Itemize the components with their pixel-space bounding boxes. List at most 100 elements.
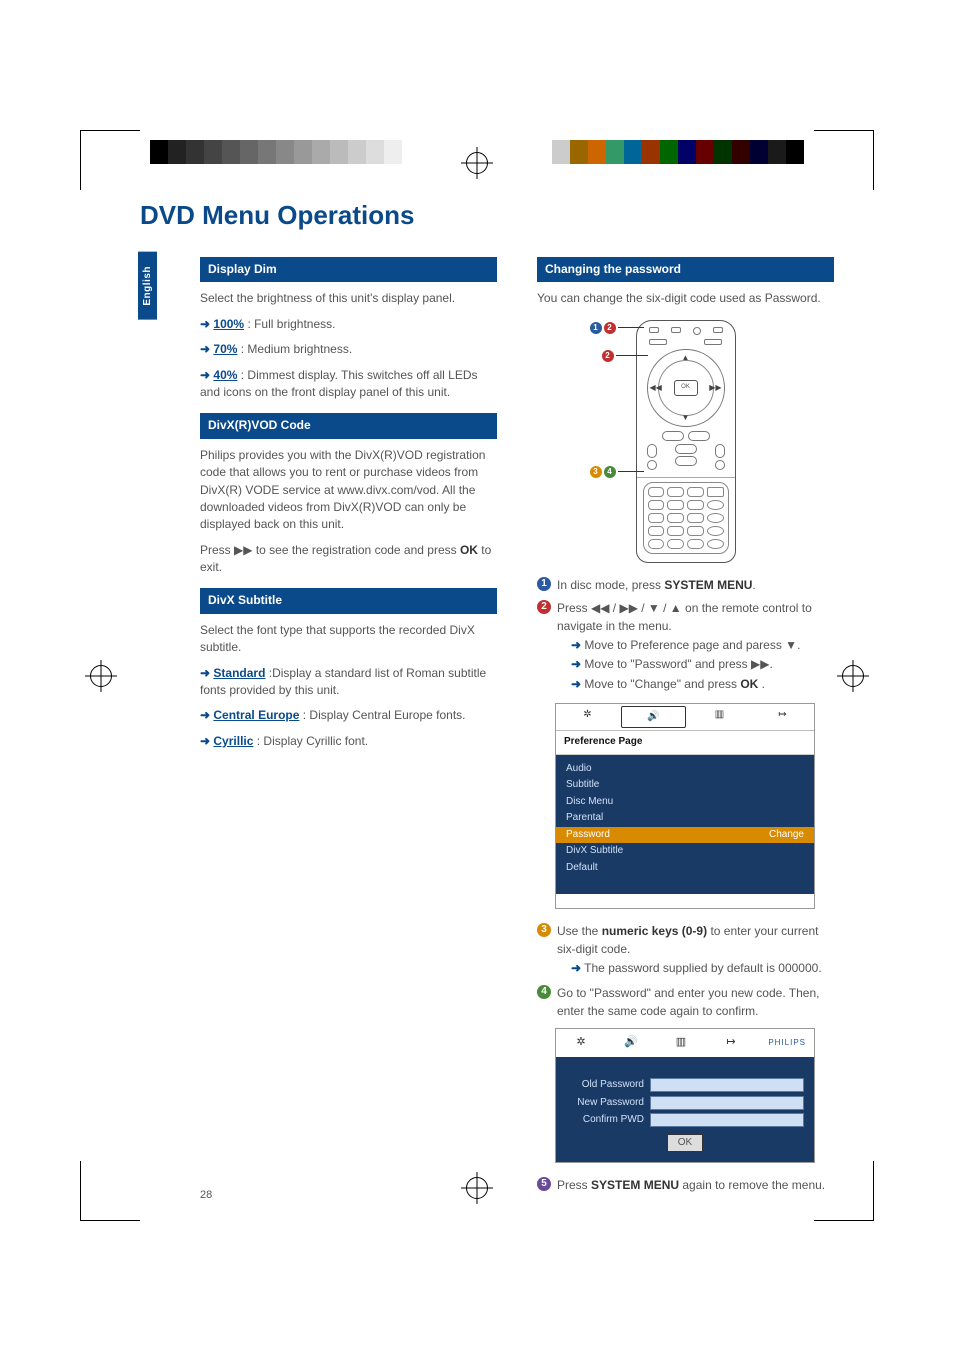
- registration-mark-icon: [90, 665, 112, 687]
- option-standard: ➜ Standard :Display a standard list of R…: [200, 665, 497, 700]
- page-number: 28: [200, 1189, 212, 1201]
- new-password-field: [650, 1096, 804, 1110]
- preference-tab-icon: [706, 1035, 756, 1051]
- divx-vod-press: Press ▶▶ to see the registration code an…: [200, 542, 497, 577]
- osd-item-parental: Parental: [566, 811, 804, 826]
- osd-item-password: Password: [566, 828, 769, 843]
- step-2-text: Press ◀◀ / ▶▶ / ▼ / ▲ on the remote cont…: [557, 601, 812, 632]
- option-central-europe: ➜ Central Europe : Display Central Europ…: [200, 707, 497, 724]
- arrow-icon: ➜: [200, 342, 213, 356]
- left-column: Display Dim Select the brightness of thi…: [200, 245, 497, 1200]
- option-70-label: 70%: [213, 342, 237, 356]
- arrow-icon: ➜: [200, 708, 213, 722]
- section-head-divx-subtitle: DivX Subtitle: [200, 588, 497, 613]
- callout-3-4-keypad: 34: [590, 466, 644, 478]
- option-cy-desc: : Display Cyrillic font.: [257, 734, 368, 748]
- remote-skip-row: [643, 431, 729, 441]
- option-70-desc: : Medium brightness.: [241, 342, 352, 356]
- callout-1-2-top: 12: [590, 322, 644, 334]
- osd-item-audio: Audio: [566, 762, 804, 777]
- step-number-2: 2: [537, 600, 551, 614]
- system-menu-label: SYSTEM MENU: [591, 1178, 679, 1192]
- arrow-icon: ➜: [571, 657, 581, 671]
- audio-tab-icon: [606, 1035, 656, 1051]
- general-tab-icon: [556, 704, 619, 726]
- arrow-icon: ➜: [571, 638, 581, 652]
- remote-ok-button: OK: [674, 380, 698, 396]
- step-1: 1 In disc mode, press SYSTEM MENU.: [537, 577, 834, 594]
- confirm-password-label: Confirm PWD: [566, 1113, 644, 1128]
- arrow-icon: ➜: [200, 666, 213, 680]
- osd-password-dialog: PHILIPS Old Password New Password Confir…: [555, 1028, 815, 1163]
- audio-tab-icon: [621, 706, 686, 728]
- callout-2-dpad: 2: [602, 350, 648, 362]
- step-number-4: 4: [537, 985, 551, 999]
- remote-top-row: [643, 327, 729, 337]
- system-menu-label: SYSTEM MENU: [664, 578, 752, 592]
- option-70: ➜ 70% : Medium brightness.: [200, 341, 497, 358]
- divx-vod-body: Philips provides you with the DivX(R)VOD…: [200, 447, 497, 534]
- right-column: Changing the password You can change the…: [537, 245, 834, 1200]
- remote-top-row-2: [643, 337, 729, 347]
- osd-preference-page: Preference Page Audio Subtitle Disc Menu…: [555, 703, 815, 909]
- remote-body: ▲ ▼ ◀◀ ▶▶ OK: [636, 320, 736, 563]
- arrow-icon: ➜: [571, 677, 581, 691]
- brand-label: PHILIPS: [756, 1037, 814, 1049]
- video-tab-icon: [656, 1035, 706, 1051]
- option-100: ➜ 100% : Full brightness.: [200, 316, 497, 333]
- confirm-password-field: [650, 1113, 804, 1127]
- option-cy-label: Cyrillic: [213, 734, 253, 748]
- step-number-3: 3: [537, 923, 551, 937]
- osd-item-password-highlighted: Password Change: [556, 827, 814, 844]
- step-5: 5 Press SYSTEM MENU again to remove the …: [537, 1177, 834, 1194]
- display-dim-intro: Select the brightness of this unit's dis…: [200, 290, 497, 307]
- language-tab: English: [138, 252, 157, 320]
- remote-dpad: ▲ ▼ ◀◀ ▶▶ OK: [647, 349, 725, 427]
- step-number-5: 5: [537, 1177, 551, 1191]
- osd-menu-body: Audio Subtitle Disc Menu Parental Passwo…: [556, 755, 814, 895]
- arrow-icon: ➜: [200, 317, 213, 331]
- arrow-icon: ➜: [571, 961, 581, 975]
- registration-mark-icon: [466, 152, 488, 174]
- osd-password-tabs: PHILIPS: [556, 1029, 814, 1057]
- arrow-icon: ➜: [200, 368, 213, 382]
- color-calibration-bar-right: [552, 140, 804, 164]
- option-ce-label: Central Europe: [213, 708, 299, 722]
- registration-mark-icon: [842, 665, 864, 687]
- ok-label: OK: [460, 543, 478, 557]
- osd-ok-button: OK: [667, 1134, 703, 1153]
- option-ce-desc: : Display Central Europe fonts.: [303, 708, 466, 722]
- osd-item-subtitle: Subtitle: [566, 778, 804, 793]
- old-password-label: Old Password: [566, 1078, 644, 1093]
- step-4-text: Go to "Password" and enter you new code.…: [557, 985, 834, 1020]
- option-40-desc: : Dimmest display. This switches off all…: [200, 368, 478, 399]
- step-number-1: 1: [537, 577, 551, 591]
- osd-password-body: Old Password New Password Confirm PWD OK: [556, 1057, 814, 1162]
- numeric-keys-label: numeric keys (0-9): [602, 924, 707, 938]
- step-4: 4 Go to "Password" and enter you new cod…: [537, 985, 834, 1020]
- option-100-desc: : Full brightness.: [247, 317, 335, 331]
- fast-forward-icon: ▶▶: [234, 543, 252, 557]
- option-100-label: 100%: [213, 317, 244, 331]
- osd-item-divxsubtitle: DivX Subtitle: [566, 844, 804, 859]
- left-arrow-icon: ◀◀: [650, 382, 662, 394]
- arrow-icon: ➜: [200, 734, 213, 748]
- new-password-label: New Password: [566, 1096, 644, 1111]
- remote-keypad: [643, 482, 729, 554]
- video-tab-icon: [688, 704, 751, 726]
- change-password-intro: You can change the six-digit code used a…: [537, 290, 834, 307]
- manual-page: DVD Menu Operations English Display Dim …: [0, 0, 954, 1351]
- divx-subtitle-intro: Select the font type that supports the r…: [200, 622, 497, 657]
- option-cyrillic: ➜ Cyrillic : Display Cyrillic font.: [200, 733, 497, 750]
- section-head-change-password: Changing the password: [537, 257, 834, 282]
- old-password-field: [650, 1078, 804, 1092]
- up-arrow-icon: ▲: [682, 352, 690, 364]
- step-2: 2 Press ◀◀ / ▶▶ / ▼ / ▲ on the remote co…: [537, 600, 834, 695]
- section-head-divx-vod: DivX(R)VOD Code: [200, 413, 497, 438]
- page-content: DVD Menu Operations English Display Dim …: [140, 200, 834, 1191]
- osd-item-discmenu: Disc Menu: [566, 795, 804, 810]
- remote-mid-row: [643, 441, 729, 473]
- osd-title: Preference Page: [556, 731, 814, 755]
- preference-tab-icon: [751, 704, 814, 726]
- option-40: ➜ 40% : Dimmest display. This switches o…: [200, 367, 497, 402]
